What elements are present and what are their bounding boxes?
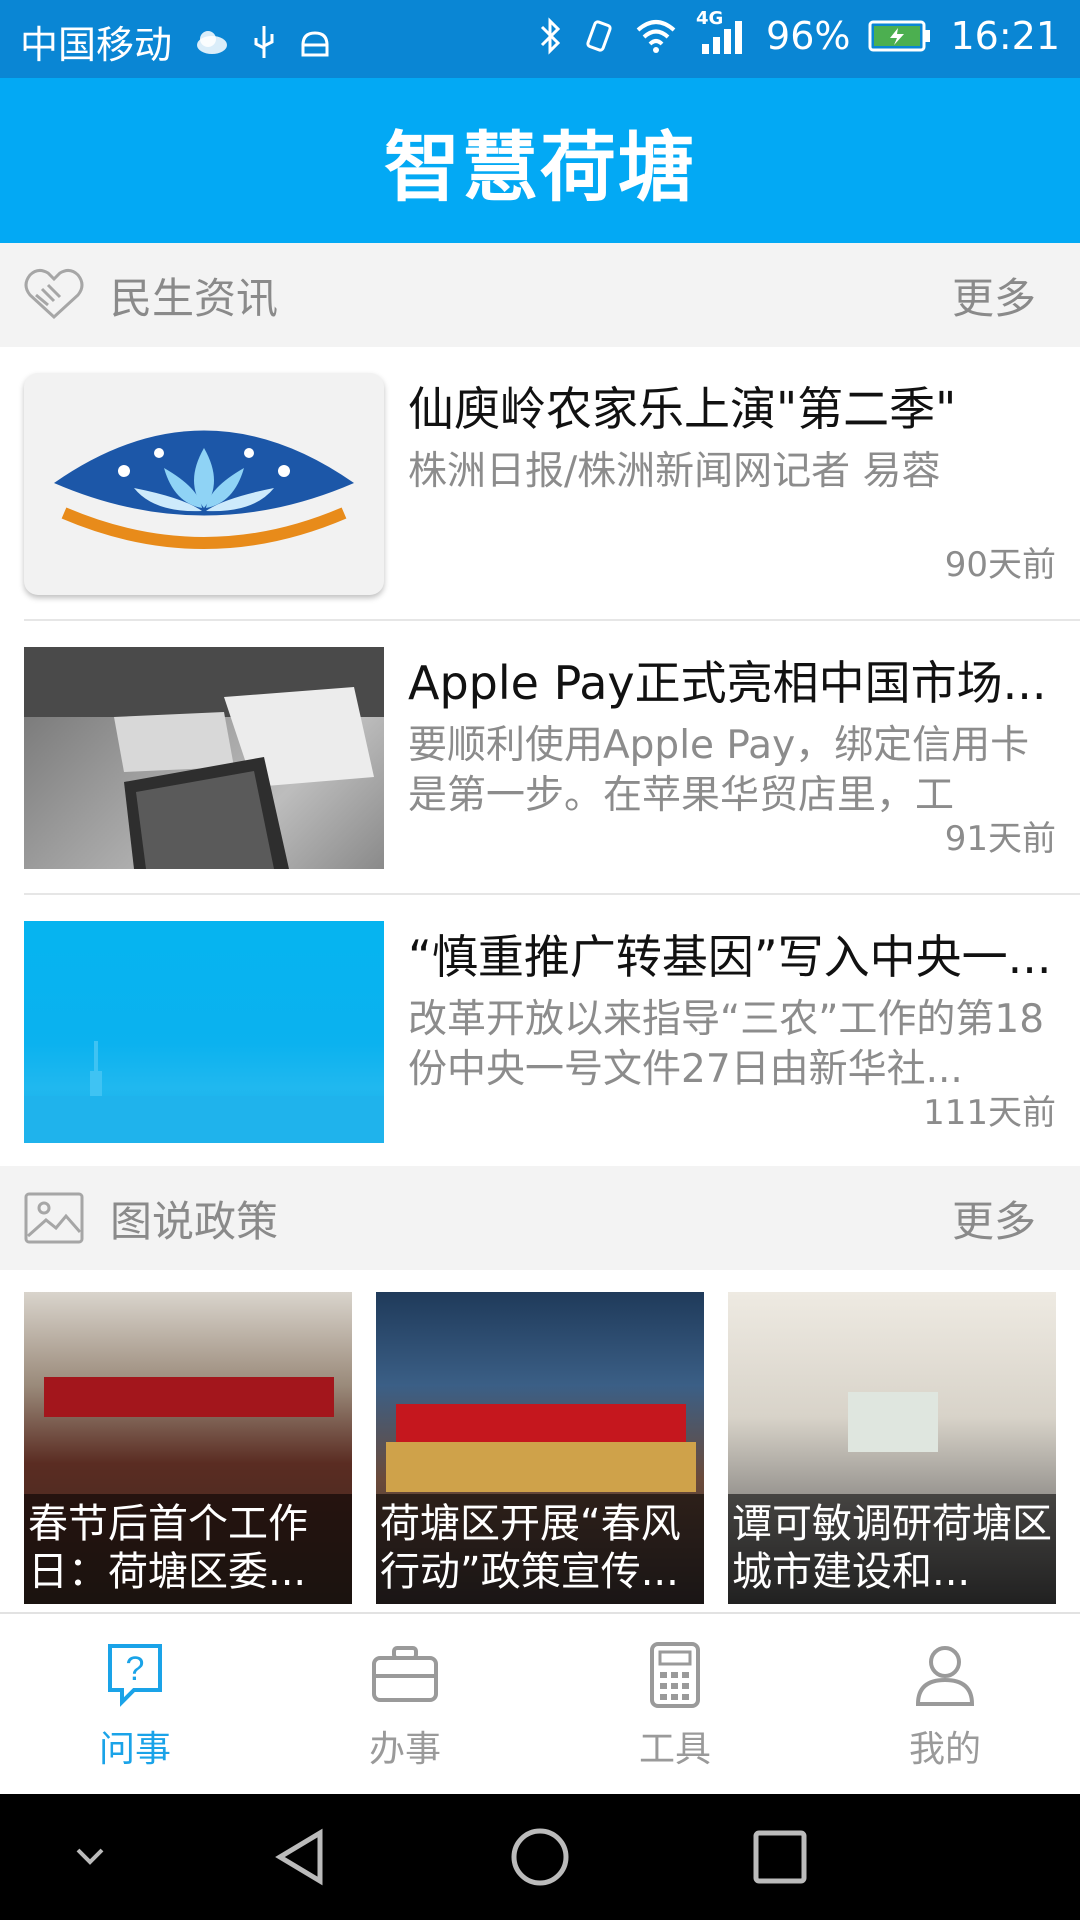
policy-card[interactable]: 春节后首个工作日：荷塘区委... <box>24 1292 352 1604</box>
chevron-down-icon[interactable] <box>70 1842 110 1872</box>
bluetooth-icon <box>540 17 561 55</box>
picture-icon <box>24 1192 84 1244</box>
recent-apps-icon[interactable] <box>752 1829 808 1885</box>
android-icon <box>301 30 329 56</box>
battery-icon <box>868 20 931 52</box>
news-more-link[interactable]: 更多 <box>952 265 1036 326</box>
clock: 16:21 <box>950 14 1060 58</box>
news-time: 111天前 <box>923 1093 1056 1133</box>
skyline-photo-image <box>24 1041 384 1143</box>
news-time: 90天前 <box>944 545 1056 585</box>
section-title-policy: 图说政策 <box>110 1196 279 1246</box>
news-time: 91天前 <box>944 819 1056 859</box>
tab-label: 办事 <box>368 1729 441 1770</box>
lotus-logo-icon <box>54 430 354 549</box>
tab-label: 工具 <box>638 1729 711 1770</box>
vibrate-icon <box>586 20 612 52</box>
svg-text:?: ? <box>126 1650 145 1688</box>
calculator-icon <box>650 1642 700 1708</box>
status-bar: 中国移动 4G 96% 16:21 <box>0 0 1080 78</box>
tab-wenshi[interactable]: ? 问事 <box>55 1640 215 1772</box>
policy-caption: 谭可敏调研荷塘区城市建设和... <box>728 1494 1056 1604</box>
app-title: 智慧荷塘 <box>384 122 696 212</box>
tab-label: 我的 <box>908 1729 981 1770</box>
back-icon[interactable] <box>270 1827 330 1887</box>
banner-image <box>44 1377 334 1417</box>
system-navigation-bar <box>0 1794 1080 1920</box>
bottom-tab-bar: ? 问事 办事 工具 我的 <box>0 1612 1080 1796</box>
tab-wode[interactable]: 我的 <box>865 1640 1025 1772</box>
news-title: “慎重推广转基因”写入中央一... <box>408 930 1052 984</box>
section-header-news: 民生资讯 更多 <box>0 243 1080 347</box>
section-title-news: 民生资讯 <box>110 273 279 323</box>
phone-photo-image <box>24 647 384 869</box>
weather-icon <box>197 30 228 54</box>
screen-image <box>848 1392 938 1452</box>
policy-caption: 荷塘区开展“春风行动”政策宣传... <box>376 1494 704 1604</box>
battery-percent: 96% <box>766 14 851 58</box>
handshake-icon <box>24 268 84 320</box>
news-thumbnail-photo <box>24 921 384 1143</box>
tab-label: 问事 <box>98 1729 171 1770</box>
news-item[interactable]: 仙庾岭农家乐上演"第二季" 株洲日报/株洲新闻网记者 易蓉 90天前 <box>0 347 1080 619</box>
news-item[interactable]: Apple Pay正式亮相中国市场... 要顺利使用Apple Pay，绑定信用… <box>0 621 1080 893</box>
signal-icon <box>702 21 743 54</box>
news-item[interactable]: “慎重推广转基因”写入中央一... 改革开放以来指导“三农”工作的第18份中央一… <box>0 895 1080 1167</box>
usb-icon <box>254 25 274 58</box>
question-icon: ? <box>108 1644 162 1707</box>
policy-card[interactable]: 荷塘区开展“春风行动”政策宣传... <box>376 1292 704 1604</box>
news-thumbnail-photo <box>24 647 384 869</box>
briefcase-icon <box>372 1646 438 1702</box>
news-title: 仙庾岭农家乐上演"第二季" <box>408 382 957 436</box>
user-icon <box>915 1646 975 1706</box>
policy-more-link[interactable]: 更多 <box>952 1188 1036 1249</box>
tab-gongju[interactable]: 工具 <box>595 1640 755 1772</box>
carrier-label: 中国移动 <box>20 23 173 67</box>
tab-banshi[interactable]: 办事 <box>325 1640 485 1772</box>
app-header: 智慧荷塘 <box>0 78 1080 243</box>
news-description: 株洲日报/株洲新闻网记者 易蓉 <box>408 449 941 494</box>
wifi-icon <box>636 20 676 53</box>
policy-card[interactable]: 谭可敏调研荷塘区城市建设和... <box>728 1292 1056 1604</box>
policy-gallery: 春节后首个工作日：荷塘区委... 荷塘区开展“春风行动”政策宣传... 谭可敏调… <box>0 1270 1080 1610</box>
section-header-policy: 图说政策 更多 <box>0 1166 1080 1270</box>
news-description: 改革开放以来指导“三农”工作的第18份中央一号文件27日由新华社... <box>408 997 1045 1092</box>
banner-image <box>396 1404 686 1444</box>
news-thumbnail-logo <box>24 373 384 595</box>
news-title: Apple Pay正式亮相中国市场... <box>408 656 1047 710</box>
home-icon[interactable] <box>508 1825 572 1889</box>
news-description: 要顺利使用Apple Pay，绑定信用卡是第一步。在苹果华贸店里，工 <box>408 723 1030 818</box>
crowd-image <box>386 1442 696 1492</box>
policy-caption: 春节后首个工作日：荷塘区委... <box>24 1494 352 1604</box>
